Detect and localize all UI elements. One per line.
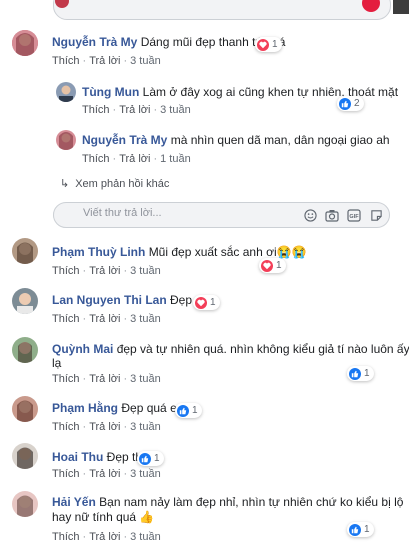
like-link[interactable]: Thích bbox=[52, 265, 80, 277]
like-link[interactable]: Thích bbox=[82, 104, 110, 116]
commenter-name[interactable]: Phạm Hằng bbox=[52, 401, 118, 415]
reaction-badge[interactable]: 2 bbox=[337, 96, 364, 111]
timestamp[interactable]: 3 tuần bbox=[130, 468, 161, 480]
timestamp[interactable]: 3 tuần bbox=[130, 265, 161, 277]
reaction-count: 1 bbox=[210, 297, 216, 308]
camera-icon[interactable] bbox=[325, 208, 339, 222]
previous-input-box bbox=[53, 0, 391, 20]
avatar bbox=[56, 82, 76, 102]
comment-text: đẹp và tự nhiên quá. nhìn không kiểu giả… bbox=[116, 342, 409, 356]
like-link[interactable]: Thích bbox=[52, 55, 80, 67]
comment-actions: Thích · Trả lời · 1 tuần bbox=[82, 153, 191, 165]
reaction-count: 1 bbox=[192, 405, 198, 416]
reaction-badge[interactable]: 1 bbox=[259, 258, 286, 273]
like-link[interactable]: Thích bbox=[82, 153, 110, 165]
avatar bbox=[12, 443, 38, 469]
svg-text:GIF: GIF bbox=[349, 214, 359, 220]
reaction-count: 1 bbox=[154, 453, 160, 464]
avatar bbox=[12, 337, 38, 363]
comment-actions: Thích · Trả lời · 3 tuần bbox=[82, 104, 191, 116]
reaction-count: 2 bbox=[354, 98, 360, 109]
more-replies-label: Xem phản hồi khác bbox=[75, 178, 170, 190]
reply-link[interactable]: Trả lời bbox=[89, 468, 120, 480]
heart-icon bbox=[261, 259, 273, 272]
timestamp[interactable]: 3 tuần bbox=[130, 421, 161, 433]
more-replies-link[interactable]: ↳ Xem phản hồi khác bbox=[60, 178, 169, 191]
like-icon bbox=[139, 452, 151, 465]
reaction-badge[interactable]: 1 bbox=[255, 37, 282, 52]
reply-input[interactable] bbox=[83, 207, 283, 219]
reaction-badge[interactable]: 1 bbox=[175, 403, 202, 418]
comment-text-continued: lạ bbox=[52, 356, 62, 370]
comment-actions: Thích · Trả lời · 3 tuần bbox=[52, 265, 161, 277]
reply-link[interactable]: Trả lời bbox=[89, 421, 120, 433]
commenter-name[interactable]: Tùng Mun bbox=[82, 85, 139, 99]
reply-link[interactable]: Trả lời bbox=[89, 373, 120, 385]
like-link[interactable]: Thích bbox=[52, 468, 80, 480]
reaction-count: 1 bbox=[272, 39, 278, 50]
comment-actions: Thích · Trả lời · 3 tuần bbox=[52, 468, 161, 480]
reply-arrow-icon: ↳ bbox=[60, 178, 70, 190]
reaction-count: 1 bbox=[364, 368, 370, 379]
reaction-badge[interactable]: 1 bbox=[193, 295, 220, 310]
reaction-badge[interactable]: 1 bbox=[347, 522, 374, 537]
comment-text: Mũi đẹp xuất sắc anh ơi😭😭 bbox=[148, 245, 307, 259]
timestamp[interactable]: 3 tuần bbox=[130, 531, 161, 543]
scroll-edge bbox=[393, 0, 409, 14]
like-icon bbox=[349, 367, 361, 380]
timestamp[interactable]: 3 tuần bbox=[130, 313, 161, 325]
commenter-name[interactable]: Hoai Thu bbox=[52, 450, 103, 464]
timestamp[interactable]: 3 tuần bbox=[130, 55, 161, 67]
timestamp[interactable]: 1 tuần bbox=[160, 153, 191, 165]
reply-input-box[interactable]: GIF bbox=[53, 202, 390, 228]
avatar bbox=[56, 130, 76, 150]
commenter-name[interactable]: Nguyễn Trà My bbox=[52, 35, 137, 49]
reaction-badge[interactable]: 1 bbox=[137, 451, 164, 466]
reply-link[interactable]: Trả lời bbox=[119, 104, 150, 116]
timestamp[interactable]: 3 tuần bbox=[160, 104, 191, 116]
comment-text: Bạn nam nảy làm đẹp nhỉ, nhìn tự nhiên c… bbox=[99, 495, 404, 509]
reply-link[interactable]: Trả lời bbox=[89, 55, 120, 67]
like-link[interactable]: Thích bbox=[52, 531, 80, 543]
commenter-name[interactable]: Nguyễn Trà My bbox=[82, 133, 167, 147]
commenter-name[interactable]: Lan Nguyen Thi Lan bbox=[52, 293, 167, 307]
heart-icon bbox=[257, 38, 269, 51]
reply-link[interactable]: Trả lời bbox=[89, 265, 120, 277]
avatar bbox=[12, 396, 38, 422]
like-link[interactable]: Thích bbox=[52, 373, 80, 385]
avatar bbox=[12, 288, 38, 314]
commenter-name[interactable]: Quỳnh Mai bbox=[52, 342, 113, 356]
comment-actions: Thích · Trả lời · 3 tuần bbox=[52, 55, 161, 67]
comment-text-continued: hay nữ tính quá 👍 bbox=[52, 510, 155, 524]
reaction-badge[interactable]: 1 bbox=[347, 366, 374, 381]
commenter-name[interactable]: Hải Yến bbox=[52, 495, 96, 509]
like-icon bbox=[177, 404, 189, 417]
previous-comment-box bbox=[0, 0, 409, 22]
avatar bbox=[12, 491, 38, 517]
reaction-count: 1 bbox=[276, 260, 282, 271]
avatar bbox=[12, 30, 38, 56]
comment-actions: Thích · Trả lời · 3 tuần bbox=[52, 421, 161, 433]
timestamp[interactable]: 3 tuần bbox=[130, 373, 161, 385]
comment-actions: Thích · Trả lời · 3 tuần bbox=[52, 531, 161, 543]
comment-text: mà nhìn quen dã man, dân ngoại giao ah bbox=[170, 133, 390, 147]
like-link[interactable]: Thích bbox=[52, 313, 80, 325]
reply-tools: GIF bbox=[303, 208, 383, 222]
reply-link[interactable]: Trả lời bbox=[89, 531, 120, 543]
like-icon bbox=[349, 523, 361, 536]
avatar bbox=[12, 238, 38, 264]
comment-actions: Thích · Trả lời · 3 tuần bbox=[52, 373, 161, 385]
comment-actions: Thích · Trả lời · 3 tuần bbox=[52, 313, 161, 325]
reply-link[interactable]: Trả lời bbox=[89, 313, 120, 325]
sticker-icon[interactable] bbox=[369, 208, 383, 222]
reaction-count: 1 bbox=[364, 524, 370, 535]
commenter-name[interactable]: Phạm Thuỳ Linh bbox=[52, 245, 145, 259]
emoji-icon[interactable] bbox=[303, 208, 317, 222]
gif-icon[interactable]: GIF bbox=[347, 208, 361, 222]
reply-link[interactable]: Trả lời bbox=[119, 153, 150, 165]
like-icon bbox=[339, 97, 351, 110]
like-link[interactable]: Thích bbox=[52, 421, 80, 433]
heart-icon bbox=[195, 296, 207, 309]
